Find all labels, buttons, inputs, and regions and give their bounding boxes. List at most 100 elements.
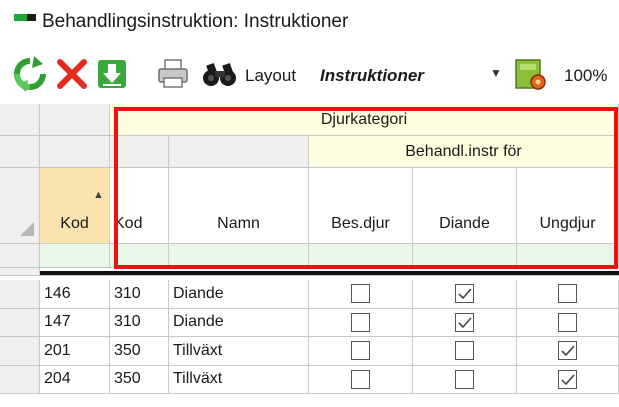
table-cell-diande[interactable] — [413, 337, 517, 366]
checkmark-icon — [458, 288, 472, 300]
column-header-ungdjur[interactable]: Ungdjur — [517, 168, 619, 244]
table-cell-namn[interactable]: Diande — [169, 280, 309, 309]
checkbox[interactable] — [558, 284, 577, 304]
layout-settings-button[interactable] — [512, 56, 548, 92]
chevron-down-icon[interactable]: ▼ — [490, 66, 502, 80]
header-spacer — [40, 104, 110, 136]
layout-label: Layout — [245, 66, 297, 85]
column-header-label: Ungdjur — [539, 215, 596, 232]
column-header-diande[interactable]: Diande — [413, 168, 517, 244]
column-header-bes-djur[interactable]: Bes.djur — [309, 168, 413, 244]
delete-button[interactable] — [54, 56, 90, 92]
subgroup-header-label: Behandl.instr för — [405, 142, 522, 160]
checkbox[interactable] — [351, 284, 370, 304]
cell-value: 201 — [44, 341, 71, 359]
cell-value: 147 — [44, 313, 71, 331]
checkbox[interactable] — [351, 312, 370, 332]
checkbox[interactable] — [455, 341, 474, 361]
table-cell-diande[interactable] — [413, 280, 517, 309]
column-header-kod[interactable]: Kod — [110, 168, 169, 244]
table-cell-bes-djur[interactable] — [309, 365, 413, 394]
cell-value: Diande — [173, 284, 224, 302]
row-selector-header — [0, 136, 40, 168]
table-cell-namn[interactable]: Tillväxt — [169, 365, 309, 394]
checkbox[interactable] — [351, 341, 370, 361]
cell-value: 350 — [114, 341, 141, 359]
row-selector[interactable] — [0, 308, 40, 337]
column-header-namn[interactable]: Namn — [169, 168, 309, 244]
row-selector-header — [0, 104, 40, 136]
checkbox[interactable] — [455, 369, 474, 389]
row-selector[interactable] — [0, 280, 40, 309]
table-cell-kod1[interactable]: 147 — [40, 308, 110, 337]
checkmark-icon — [458, 317, 472, 328]
print-button[interactable] — [156, 56, 190, 92]
row-selector[interactable] — [0, 337, 40, 366]
filter-cell-kod[interactable] — [40, 244, 110, 268]
table-cell-kod2[interactable]: 310 — [110, 308, 169, 337]
table-cell-bes-djur[interactable] — [309, 337, 413, 366]
row-selector-filter — [0, 244, 40, 268]
cell-value: 146 — [44, 284, 71, 302]
toolbar: Layout Instruktioner ▼ 100% — [0, 50, 619, 100]
row-selector-spacer — [0, 268, 40, 276]
table-cell-namn[interactable]: Diande — [169, 308, 309, 337]
column-header-kod-sorted[interactable]: ▲ Kod — [40, 168, 110, 244]
column-header-label: Namn — [217, 215, 260, 232]
subgroup-header-behandl: Behandl.instr för — [309, 136, 619, 168]
checkbox[interactable] — [558, 312, 577, 332]
cell-value: Tillväxt — [173, 341, 223, 359]
table-cell-kod1[interactable]: 201 — [40, 337, 110, 366]
table-cell-diande[interactable] — [413, 308, 517, 337]
layout-settings-icon — [515, 59, 546, 90]
table-cell-kod2[interactable]: 350 — [110, 337, 169, 366]
layout-select[interactable]: Instruktioner — [320, 66, 424, 86]
filter-cell-diande[interactable] — [413, 244, 517, 268]
refresh-icon — [14, 56, 46, 92]
data-grid: ▲ Kod Djurkategori Behandl.instr för Kod… — [0, 104, 619, 407]
table-cell-ungdjur[interactable] — [517, 365, 619, 394]
row-selector[interactable] — [0, 365, 40, 394]
filter-cell-namn[interactable] — [169, 244, 309, 268]
filter-cell-ungdjur[interactable] — [517, 244, 619, 268]
header-spacer — [169, 136, 309, 168]
sort-ascending-icon: ▲ — [93, 189, 104, 201]
filter-cell-kod2[interactable] — [110, 244, 169, 268]
delete-icon — [57, 59, 87, 89]
table-cell-ungdjur[interactable] — [517, 308, 619, 337]
table-cell-ungdjur[interactable] — [517, 280, 619, 309]
column-header-label: Bes.djur — [331, 215, 390, 232]
table-cell-kod1[interactable]: 204 — [40, 365, 110, 394]
header-spacer — [40, 136, 110, 168]
table-cell-kod1[interactable]: 146 — [40, 280, 110, 309]
zoom-level[interactable]: 100% — [564, 66, 607, 86]
table-cell-bes-djur[interactable] — [309, 308, 413, 337]
table-cell-diande[interactable] — [413, 365, 517, 394]
export-button[interactable] — [96, 56, 128, 92]
checkbox[interactable] — [558, 341, 577, 361]
checkbox[interactable] — [455, 312, 474, 332]
print-icon — [158, 59, 188, 88]
select-all-corner-icon[interactable] — [20, 222, 34, 236]
group-header-djurkategori: Djurkategori — [110, 104, 619, 136]
checkmark-icon — [561, 374, 575, 385]
table-cell-kod2[interactable]: 310 — [110, 280, 169, 309]
table-cell-kod2[interactable]: 350 — [110, 365, 169, 394]
table-cell-ungdjur[interactable] — [517, 337, 619, 366]
cell-value: 204 — [44, 370, 71, 388]
find-button[interactable] — [200, 56, 240, 92]
checkbox[interactable] — [558, 369, 577, 389]
table-cell-namn[interactable]: Tillväxt — [169, 337, 309, 366]
checkbox[interactable] — [351, 369, 370, 389]
binoculars-icon — [203, 62, 236, 86]
column-header-label: Diande — [439, 215, 490, 232]
cell-value: Tillväxt — [173, 370, 223, 388]
cell-value: Diande — [173, 313, 224, 331]
column-header-label: Kod — [114, 215, 143, 232]
checkbox[interactable] — [455, 284, 474, 304]
filter-cell-bes-djur[interactable] — [309, 244, 413, 268]
refresh-button[interactable] — [12, 56, 48, 92]
table-cell-bes-djur[interactable] — [309, 280, 413, 309]
column-header-label: Kod — [60, 215, 89, 232]
cell-value: 310 — [114, 284, 141, 302]
